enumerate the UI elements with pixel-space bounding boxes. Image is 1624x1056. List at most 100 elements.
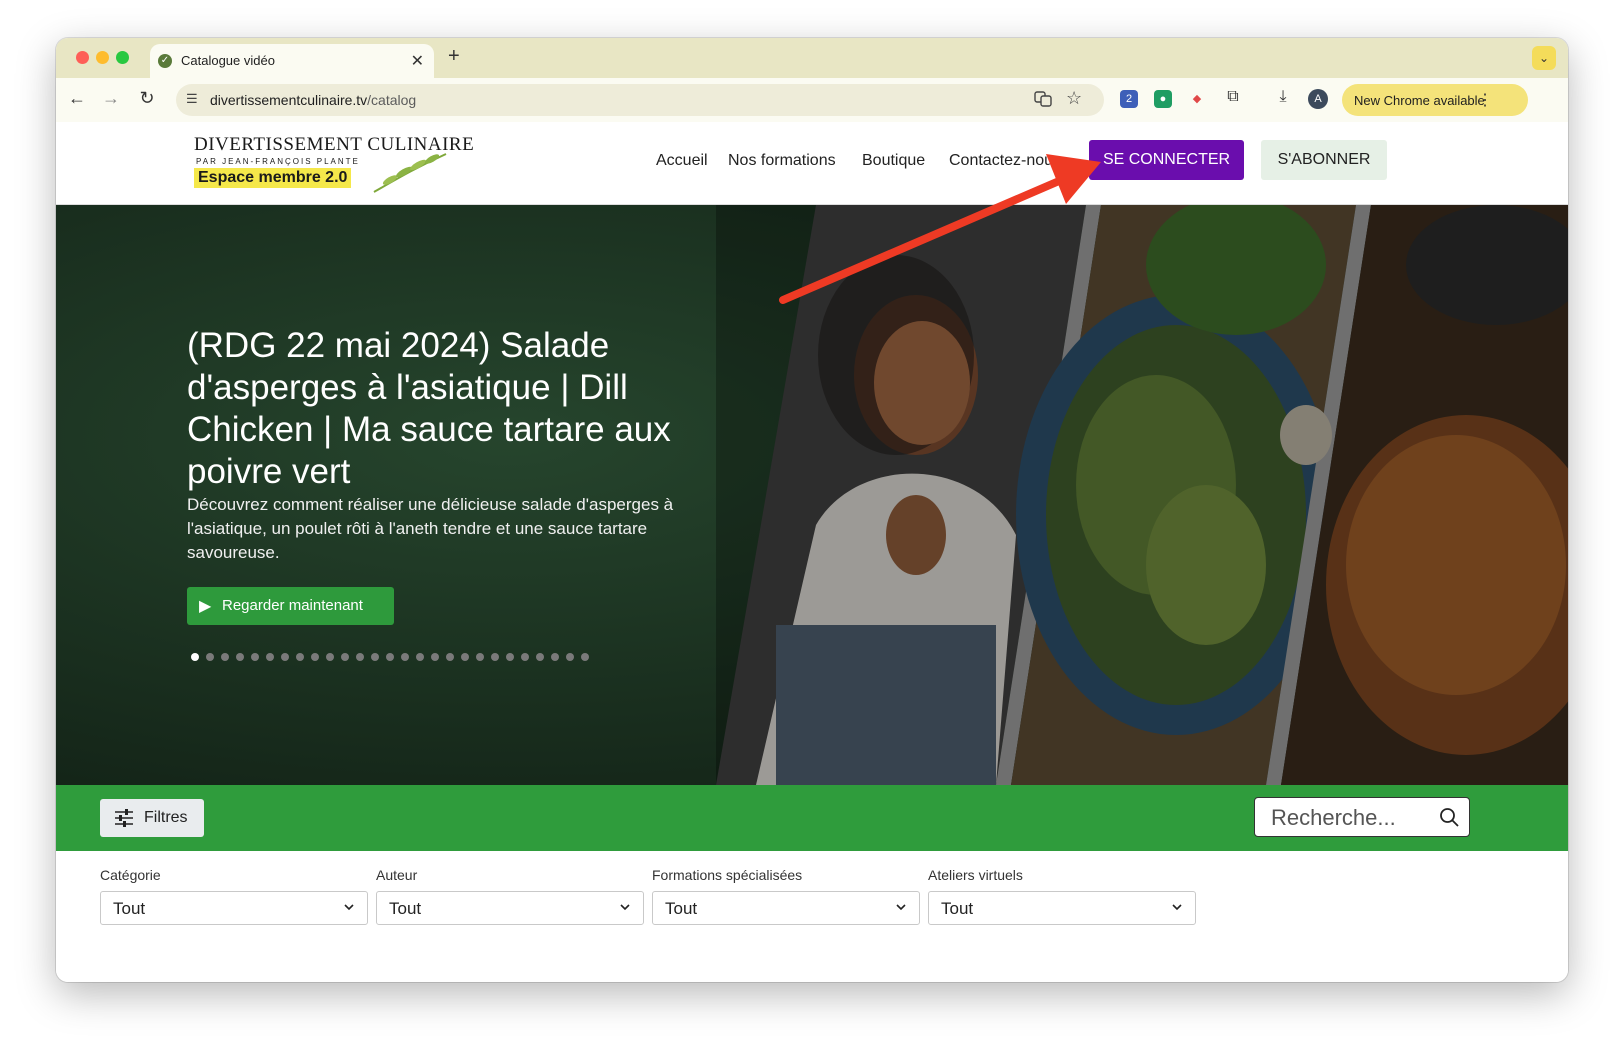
carousel-dot[interactable] <box>191 653 199 661</box>
play-icon: ▶ <box>199 598 212 615</box>
herb-sprig-icon <box>373 153 447 193</box>
forward-icon[interactable]: → <box>100 88 122 109</box>
select-value: Tout <box>665 899 698 918</box>
url-text[interactable]: divertissementculinaire.tv/catalog <box>210 92 416 108</box>
maximize-window-button[interactable] <box>116 51 129 64</box>
select-value: Tout <box>941 899 974 918</box>
carousel-dot[interactable] <box>341 653 349 661</box>
carousel-dot[interactable] <box>581 653 589 661</box>
chevron-down-icon <box>344 904 354 911</box>
translate-icon[interactable] <box>1034 90 1052 113</box>
extension-icon[interactable]: ● <box>1154 90 1172 108</box>
carousel-dot[interactable] <box>536 653 544 661</box>
nav-boutique[interactable]: Boutique <box>862 152 925 170</box>
formations-select[interactable]: Tout <box>652 891 920 925</box>
carousel-dot[interactable] <box>296 653 304 661</box>
carousel-dot[interactable] <box>386 653 394 661</box>
carousel-dot[interactable] <box>566 653 574 661</box>
search-input[interactable] <box>1269 804 1433 832</box>
auteur-select[interactable]: Tout <box>376 891 644 925</box>
minimize-window-button[interactable] <box>96 51 109 64</box>
filter-label: Ateliers virtuels <box>928 867 1023 883</box>
carousel-dot[interactable] <box>206 653 214 661</box>
browser-toolbar: ← → ↻ ☰ divertissementculinaire.tv/catal… <box>56 78 1568 123</box>
chevron-down-icon <box>620 904 630 911</box>
nav-contactez-nous[interactable]: Contactez-nous <box>949 152 1061 170</box>
bookmark-star-icon[interactable]: ☆ <box>1066 88 1082 109</box>
carousel-dot[interactable] <box>521 653 529 661</box>
tab-title: Catalogue vidéo <box>181 53 275 68</box>
site-logo[interactable]: DIVERTISSEMENT CULINAIRE PAR JEAN-FRANÇO… <box>194 134 474 194</box>
search-box <box>1254 797 1470 837</box>
tab-close-icon[interactable]: ✕ <box>411 51 424 71</box>
carousel-dot[interactable] <box>461 653 469 661</box>
ateliers-select[interactable]: Tout <box>928 891 1196 925</box>
carousel-dot[interactable] <box>326 653 334 661</box>
carousel-dot[interactable] <box>506 653 514 661</box>
site-header: DIVERTISSEMENT CULINAIRE PAR JEAN-FRANÇO… <box>56 122 1568 205</box>
carousel-dot[interactable] <box>371 653 379 661</box>
carousel-dot[interactable] <box>431 653 439 661</box>
carousel-dot[interactable] <box>311 653 319 661</box>
carousel-dot[interactable] <box>416 653 424 661</box>
carousel-dot[interactable] <box>356 653 364 661</box>
logo-badge: Espace membre 2.0 <box>194 168 352 188</box>
carousel-dot[interactable] <box>476 653 484 661</box>
extensions-puzzle-icon[interactable]: ⧉ <box>1222 88 1244 106</box>
categorie-select[interactable]: Tout <box>100 891 368 925</box>
filters-label: Filtres <box>144 809 188 826</box>
filter-auteur: Auteur Tout <box>376 867 644 925</box>
carousel-dot[interactable] <box>551 653 559 661</box>
chrome-update-label: New Chrome available <box>1354 93 1485 108</box>
carousel-dot[interactable] <box>491 653 499 661</box>
reload-icon[interactable]: ↻ <box>136 88 158 109</box>
nav-accueil[interactable]: Accueil <box>656 152 708 170</box>
filter-label: Catégorie <box>100 867 161 883</box>
hero-description: Découvrez comment réaliser une délicieus… <box>187 495 674 562</box>
close-window-button[interactable] <box>76 51 89 64</box>
filter-formations-specialisees: Formations spécialisées Tout <box>652 867 920 925</box>
carousel-dot[interactable] <box>221 653 229 661</box>
address-bar[interactable]: ☰ divertissementculinaire.tv/catalog ☆ <box>176 84 1104 116</box>
carousel-dot[interactable] <box>251 653 259 661</box>
filter-label: Auteur <box>376 867 418 883</box>
browser-window: ✓ Catalogue vidéo ✕ + ⌄ ← → ↻ ☰ divertis… <box>56 38 1568 982</box>
watch-now-button[interactable]: ▶ Regarder maintenant <box>187 587 394 625</box>
nav-nos-formations[interactable]: Nos formations <box>728 152 836 170</box>
carousel-dot[interactable] <box>236 653 244 661</box>
download-icon[interactable]: ⤓ <box>1272 88 1294 106</box>
filter-bar: Filtres <box>56 785 1568 851</box>
favicon-icon: ✓ <box>158 54 172 68</box>
profile-avatar[interactable]: A <box>1308 89 1328 109</box>
extension-icon[interactable]: ◆ <box>1188 90 1206 108</box>
extension-icon[interactable]: 2 <box>1120 90 1138 108</box>
search-icon[interactable] <box>1439 807 1459 827</box>
filters-button[interactable]: Filtres <box>100 799 204 837</box>
login-button[interactable]: SE CONNECTER <box>1089 140 1244 180</box>
hero-carousel: (RDG 22 mai 2024) Salade d'asperges à l'… <box>56 205 1568 785</box>
chevron-down-icon <box>1172 904 1182 911</box>
tab-search-icon[interactable]: ⌄ <box>1532 46 1556 70</box>
tab-strip: ✓ Catalogue vidéo ✕ + ⌄ <box>56 38 1568 78</box>
back-icon[interactable]: ← <box>66 88 88 109</box>
carousel-dot[interactable] <box>266 653 274 661</box>
carousel-dots <box>191 653 589 663</box>
carousel-dot[interactable] <box>281 653 289 661</box>
menu-dots-icon[interactable]: ⋮ <box>1477 90 1518 109</box>
filter-categorie: Catégorie Tout <box>100 867 368 925</box>
chrome-update-button[interactable]: New Chrome available ⋮ <box>1342 84 1528 116</box>
watch-now-label: Regarder maintenant <box>222 597 363 614</box>
sliders-icon <box>115 809 133 827</box>
carousel-dot[interactable] <box>401 653 409 661</box>
carousel-dot[interactable] <box>446 653 454 661</box>
browser-tab[interactable]: ✓ Catalogue vidéo ✕ <box>150 44 434 78</box>
filter-label: Formations spécialisées <box>652 867 803 883</box>
filter-ateliers-virtuels: Ateliers virtuels Tout <box>928 867 1196 925</box>
filters-panel: Catégorie Tout Auteur Tout Formations sp… <box>56 851 1568 982</box>
subscribe-button[interactable]: S'ABONNER <box>1261 140 1387 180</box>
new-tab-button[interactable]: + <box>448 45 460 68</box>
logo-subtitle: PAR JEAN-FRANÇOIS PLANTE <box>196 157 360 166</box>
select-value: Tout <box>113 899 146 918</box>
site-settings-icon[interactable]: ☰ <box>186 91 198 107</box>
select-value: Tout <box>389 899 422 918</box>
